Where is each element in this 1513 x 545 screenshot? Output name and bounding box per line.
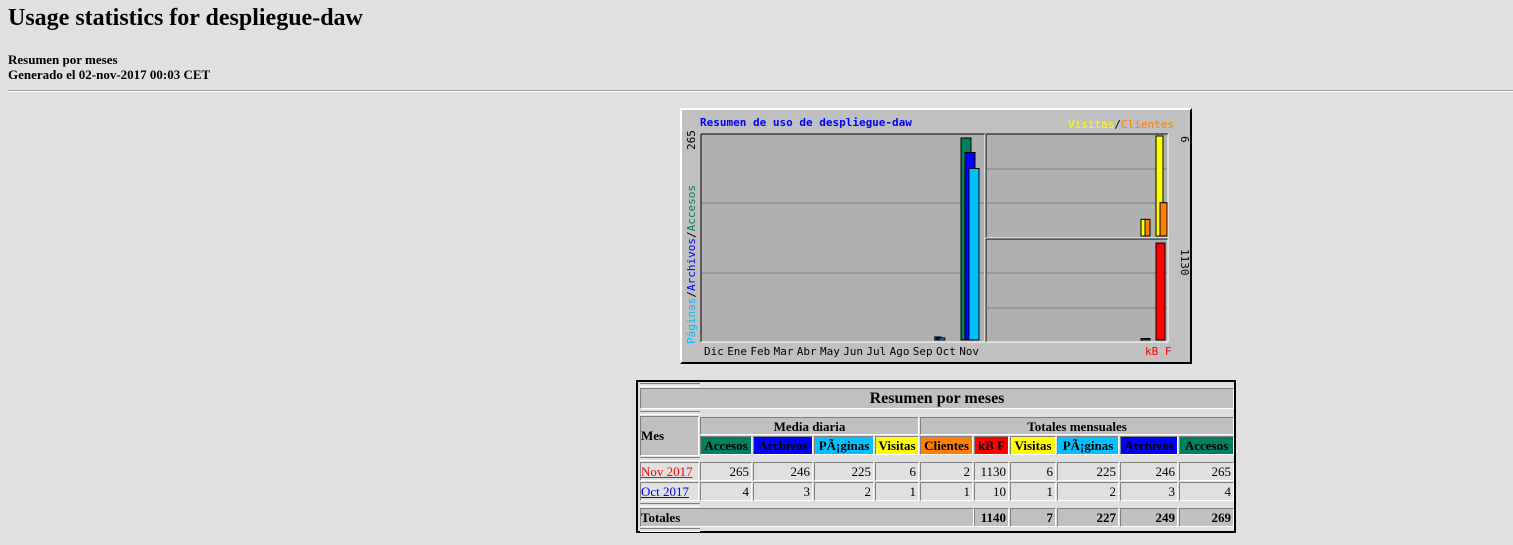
column-header-0: Accesos	[700, 436, 752, 455]
left-axis-legend: Páginas/Archivos/Accesos	[685, 185, 698, 344]
totals-cell: 1140	[974, 508, 1009, 527]
left-ymax-label: 265	[685, 130, 698, 150]
column-header-6: Visitas	[1010, 436, 1056, 455]
table-cell: 4	[1179, 482, 1234, 501]
x-tick-label: Abr	[797, 345, 817, 358]
column-header-2: PÃ¡ginas	[814, 436, 874, 455]
month-link[interactable]: Oct 2017	[641, 484, 689, 499]
table-separator	[640, 528, 700, 532]
x-tick-label: Jun	[843, 345, 863, 358]
x-tick-label: Jul	[866, 345, 886, 358]
table-cell: 10	[974, 482, 1009, 501]
table-separator	[640, 503, 700, 507]
left-axis-legend-part: /	[685, 231, 698, 238]
table-cell: 246	[753, 462, 813, 481]
column-header-9: Accesos	[1179, 436, 1234, 455]
table-cell: 6	[1010, 462, 1056, 481]
table-cell: 225	[814, 462, 874, 481]
right-bottom-label: kB F	[1145, 345, 1172, 358]
table-cell: 225	[1057, 462, 1119, 481]
column-header-8: Archivos	[1120, 436, 1178, 455]
table-separator	[640, 383, 700, 387]
bar-kbf-nov	[1155, 242, 1166, 341]
table-cell: 2	[1057, 482, 1119, 501]
totals-cell: 7	[1010, 508, 1056, 527]
left-axis-legend-part: Páginas	[685, 298, 698, 344]
right-bottom-ymax-label: 1130	[1178, 249, 1191, 276]
x-tick-label: Oct	[936, 345, 956, 358]
left-axis-legend-part: Archivos	[685, 238, 698, 291]
mes-header: Mes	[640, 416, 699, 456]
x-tick-label: Ago	[890, 345, 910, 358]
table-title: Resumen por meses	[640, 388, 1234, 409]
totals-cell: 249	[1120, 508, 1178, 527]
table-cell: 3	[1120, 482, 1178, 501]
chart-title: Resumen de uso de despliegue-daw	[700, 116, 912, 129]
table-cell: 2	[814, 482, 874, 501]
right-bottom-plot-area	[986, 239, 1168, 342]
right-top-legend-part: /	[1114, 118, 1121, 131]
subtitle: Resumen por meses	[8, 52, 118, 67]
x-tick-label: Nov	[959, 345, 979, 358]
month-cell: Oct 2017	[640, 482, 699, 501]
table-cell: 265	[700, 462, 752, 481]
right-top-ymax-label: 6	[1178, 136, 1191, 143]
x-tick-label: Dic	[704, 345, 724, 358]
totals-cell: 269	[1179, 508, 1234, 527]
x-tick-label: Sep	[913, 345, 933, 358]
totals-label: Totales	[640, 508, 974, 527]
usage-chart-svg: Resumen de uso de despliegue-daw Dic Ene Fe…	[685, 116, 1191, 358]
table-cell: 1	[920, 482, 973, 501]
table-cell: 2	[920, 462, 973, 481]
left-plot-area	[701, 134, 985, 342]
group-media-diaria: Media diaria	[700, 417, 919, 435]
table-cell: 265	[1179, 462, 1234, 481]
month-link[interactable]: Nov 2017	[641, 464, 693, 479]
column-header-4: Clientes	[920, 436, 973, 455]
bar-páginas-oct	[938, 337, 946, 341]
table-cell: 4	[700, 482, 752, 501]
bar-kbf-oct	[1140, 338, 1151, 341]
right-top-legend-part: Visitas	[1068, 118, 1114, 131]
x-tick-label: Feb	[750, 345, 770, 358]
column-header-3: Visitas	[875, 436, 919, 455]
horizontal-rule	[8, 90, 1513, 92]
page-subheader: Resumen por meses Generado el 02-nov-201…	[8, 52, 210, 82]
bar-clientes-oct	[1144, 218, 1151, 237]
table-cell: 246	[1120, 462, 1178, 481]
x-tick-label: May	[820, 345, 840, 358]
generated-timestamp: Generado el 02-nov-2017 00:03 CET	[8, 67, 211, 82]
table-cell: 1130	[974, 462, 1009, 481]
left-axis-legend-part: Accesos	[685, 185, 698, 231]
bar-clientes-nov	[1159, 202, 1168, 237]
x-tick-label: Mar	[774, 345, 794, 358]
x-tick-label: Ene	[727, 345, 747, 358]
right-top-legend-part: Clientes	[1121, 118, 1174, 131]
table-cell: 3	[753, 482, 813, 501]
monthly-summary-table: Resumen por meses Mes Media diaria Totales …	[636, 380, 1236, 533]
table-cell: 1	[1010, 482, 1056, 501]
column-header-7: PÃ¡ginas	[1057, 436, 1119, 455]
column-header-5: kB F	[974, 436, 1009, 455]
column-header-1: Archivos	[753, 436, 813, 455]
table-cell: 1	[875, 482, 919, 501]
table-separator	[640, 457, 700, 461]
totals-cell: 227	[1057, 508, 1119, 527]
left-axis-legend-part: /	[685, 291, 698, 298]
month-cell: Nov 2017	[640, 462, 699, 481]
table-separator	[640, 411, 700, 415]
usage-chart: Resumen de uso de despliegue-daw Dic Ene Fe…	[680, 108, 1192, 364]
table-cell: 6	[875, 462, 919, 481]
group-totales-mensuales: Totales mensuales	[920, 417, 1234, 435]
right-top-legend: Visitas/Clientes	[1068, 118, 1174, 131]
page-title: Usage statistics for despliegue-daw	[8, 5, 363, 31]
bar-páginas-nov	[968, 167, 980, 341]
